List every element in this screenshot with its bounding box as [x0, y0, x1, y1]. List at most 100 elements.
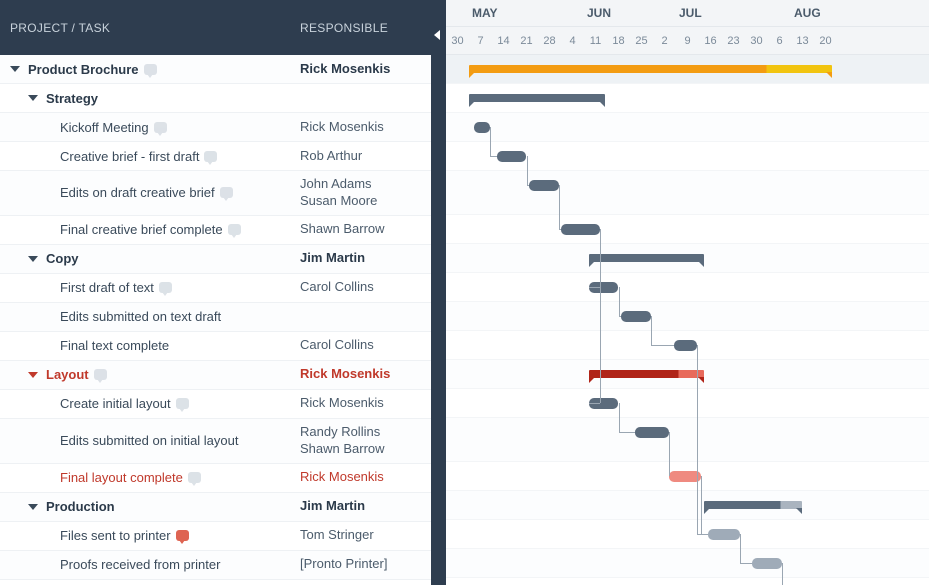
gantt-row	[446, 55, 929, 84]
group-row[interactable]: Product BrochureRick Mosenkis	[0, 55, 431, 84]
task-row[interactable]: Files sent to printer Tom Stringer	[0, 522, 431, 551]
task-row[interactable]: Edits on draft creative briefJohn AdamsS…	[0, 171, 431, 216]
comment-icon[interactable]	[204, 151, 217, 162]
chevron-down-icon[interactable]	[10, 66, 20, 72]
header-task-col: PROJECT / TASK	[0, 21, 300, 35]
task-label: Creative brief - first draft	[60, 149, 199, 164]
chevron-down-icon[interactable]	[28, 504, 38, 510]
summary-bar[interactable]	[589, 254, 704, 262]
chevron-down-icon[interactable]	[28, 256, 38, 262]
task-row[interactable]: Final brochure back from printerJim Mart…	[0, 580, 431, 585]
dependency-link	[527, 185, 529, 186]
task-label: Kickoff Meeting	[60, 120, 149, 135]
task-bar[interactable]	[621, 311, 651, 322]
chevron-down-icon[interactable]	[28, 95, 38, 101]
gantt-row	[446, 84, 929, 113]
comment-icon[interactable]	[94, 369, 107, 380]
dependency-link	[651, 316, 652, 345]
dependency-link	[559, 229, 561, 230]
summary-bar[interactable]	[469, 94, 605, 102]
group-row[interactable]: ProductionJim Martin	[0, 493, 431, 522]
left-header: PROJECT / TASK RESPONSIBLE	[0, 0, 431, 55]
task-bar[interactable]	[708, 529, 740, 540]
task-label: Copy	[46, 251, 79, 266]
day-cell: 23	[722, 35, 745, 47]
task-row[interactable]: Final layout completeRick Mosenkis	[0, 464, 431, 493]
responsible-label: Carol Collins	[300, 279, 431, 296]
timeline-header: MAYJUNJULAUG 307142128411182529162330613…	[446, 0, 929, 55]
dependency-link	[619, 403, 620, 432]
gantt-row	[446, 578, 929, 585]
summary-bar[interactable]	[704, 501, 803, 509]
comment-icon[interactable]	[228, 224, 241, 235]
task-bar[interactable]	[529, 180, 559, 191]
gantt-row	[446, 360, 929, 389]
task-bar[interactable]	[474, 122, 490, 133]
task-row[interactable]: Creative brief - first draftRob Arthur	[0, 142, 431, 171]
comment-icon[interactable]	[220, 187, 233, 198]
dependency-link	[490, 127, 491, 156]
task-label: Edits submitted on text draft	[60, 309, 221, 324]
comment-icon[interactable]	[176, 530, 189, 541]
task-row[interactable]: Final text complete Carol Collins	[0, 332, 431, 361]
dependency-link	[619, 432, 635, 433]
gantt-chart[interactable]	[446, 55, 929, 585]
task-row[interactable]: Kickoff MeetingRick Mosenkis	[0, 113, 431, 142]
summary-bar[interactable]	[589, 370, 704, 378]
month-cell: MAY	[469, 6, 584, 20]
comment-icon[interactable]	[144, 64, 157, 75]
day-cell: 7	[469, 35, 492, 47]
task-row[interactable]: First draft of textCarol Collins	[0, 274, 431, 303]
comment-icon[interactable]	[188, 472, 201, 483]
task-label: Create initial layout	[60, 396, 171, 411]
comment-icon[interactable]	[176, 398, 189, 409]
day-cell: 28	[538, 35, 561, 47]
day-cell: 9	[676, 35, 699, 47]
responsible-label: Rick Mosenkis	[300, 395, 431, 412]
task-bar[interactable]	[561, 224, 600, 235]
responsible-label: Carol Collins	[300, 337, 431, 354]
task-bar[interactable]	[497, 151, 527, 162]
task-row[interactable]: Edits submitted on text draft	[0, 303, 431, 332]
task-label: Proofs received from printer	[60, 557, 220, 572]
dependency-link	[589, 403, 601, 404]
month-cell: AUG	[791, 6, 883, 20]
dependency-link	[619, 316, 621, 317]
dependency-link	[527, 156, 528, 185]
group-row[interactable]: LayoutRick Mosenkis	[0, 361, 431, 390]
day-cell: 11	[584, 35, 607, 47]
day-cell: 18	[607, 35, 630, 47]
dependency-link	[619, 287, 620, 316]
task-bar[interactable]	[752, 558, 782, 569]
header-resp-col: RESPONSIBLE	[300, 21, 431, 35]
comment-icon[interactable]	[154, 122, 167, 133]
group-row[interactable]: CopyJim Martin	[0, 245, 431, 274]
task-row[interactable]: Edits submitted on initial layoutRandy R…	[0, 419, 431, 464]
gantt-row	[446, 273, 929, 302]
task-row[interactable]: Create initial layout Rick Mosenkis	[0, 390, 431, 419]
gantt-row	[446, 244, 929, 273]
task-bar[interactable]	[635, 427, 670, 438]
responsible-label: Tom Stringer	[300, 527, 431, 544]
dependency-link	[651, 345, 674, 346]
month-cell: JUN	[584, 6, 676, 20]
day-cell: 21	[515, 35, 538, 47]
gantt-row	[446, 142, 929, 171]
gantt-row	[446, 418, 929, 462]
task-label: Files sent to printer	[60, 528, 171, 543]
task-row[interactable]: Proofs received from printer[Pronto Prin…	[0, 551, 431, 580]
dependency-link	[782, 563, 783, 585]
gantt-row	[446, 491, 929, 520]
task-row[interactable]: Final creative brief completeShawn Barro…	[0, 216, 431, 245]
collapse-left-icon[interactable]	[434, 30, 440, 40]
task-list: Product BrochureRick MosenkisStrategyKic…	[0, 55, 431, 585]
task-label: Final text complete	[60, 338, 169, 353]
comment-icon[interactable]	[159, 282, 172, 293]
chevron-down-icon[interactable]	[28, 372, 38, 378]
panel-divider[interactable]	[431, 0, 446, 585]
gantt-row	[446, 302, 929, 331]
group-row[interactable]: Strategy	[0, 84, 431, 113]
dependency-link	[697, 345, 698, 534]
task-bar[interactable]	[674, 340, 697, 351]
summary-bar[interactable]	[469, 65, 832, 73]
